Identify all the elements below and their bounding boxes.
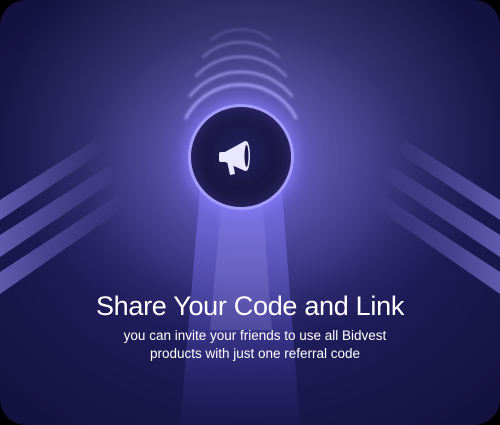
megaphone-icon	[219, 141, 250, 175]
megaphone-badge	[191, 107, 291, 207]
referral-card: Share Your Code and Link you can invite …	[0, 0, 500, 425]
card-title: Share Your Code and Link	[95, 291, 405, 321]
card-description: you can invite your friends to use all B…	[123, 328, 387, 361]
